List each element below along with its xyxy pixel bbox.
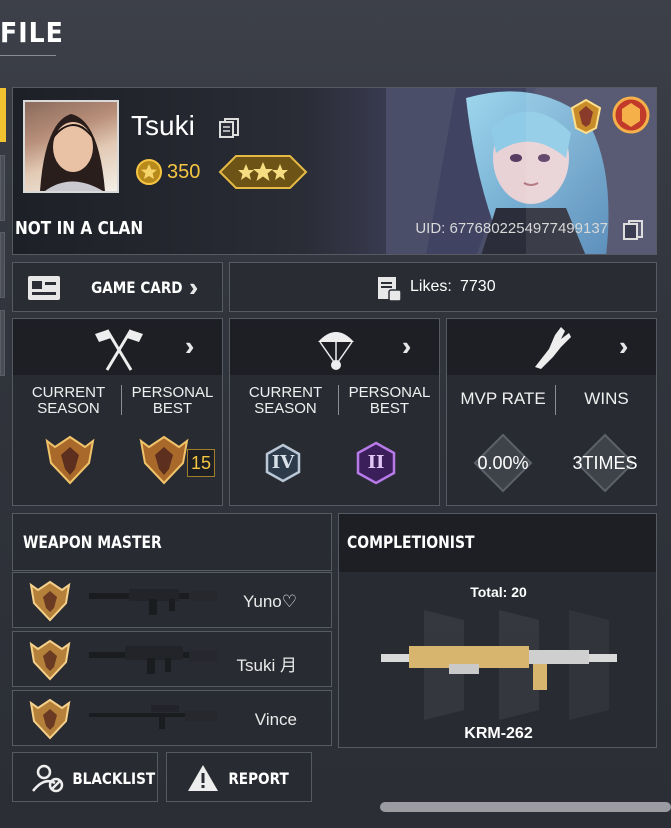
weapon-master-row[interactable]: Yuno♡ [12,572,332,628]
wins-value: 3TIMES [572,453,638,473]
id-card-icon [28,276,60,300]
chevron-right-icon[interactable]: ›› [619,331,631,362]
blacklist-label: BLACKLIST [72,769,156,788]
weapon-master-row[interactable]: Tsuki 月 [12,631,332,687]
legendary-emblem-icon [612,96,650,134]
chevron-right-icon[interactable]: ›› [402,331,414,362]
player-name: Vince [254,710,297,729]
side-tab[interactable] [0,232,5,298]
rank-emblem-icon [570,98,602,135]
weapon-master-row[interactable]: Vince [12,690,332,746]
avatar[interactable] [23,100,119,193]
level-star-icon [136,159,162,185]
mvp-rate-label: MVP RATE [460,389,546,408]
side-tab-active[interactable] [0,88,6,142]
likes-button[interactable]: Likes: 7730 [229,262,657,312]
battle-royale-stats-panel[interactable]: ›› CURRENT SEASON PERSONAL BEST IV II [229,318,440,506]
personal-best-label: PERSONAL BEST [131,384,214,417]
user-block-icon [32,764,64,793]
profile-card: Tsuki 350 NOT IN A CLAN UID: 67768022549… [12,87,657,255]
assault-rifle-icon [89,589,217,615]
assault-rifle-icon [89,646,217,674]
chevron-right-icon: ›› [189,272,201,302]
chevron-right-icon[interactable]: ›› [185,331,197,362]
performance-stats-panel[interactable]: ›› MVP RATE WINS 0.00% 3TIMES [446,318,657,506]
side-tab[interactable] [0,155,5,221]
divider [555,385,556,415]
current-season-label: CURRENT SEASON [31,384,106,417]
sniper-rifle-icon [89,705,217,729]
wins-label: WINS [584,389,629,408]
player-name: Yuno♡ [242,592,297,611]
ranked-stats-panel[interactable]: ›› CURRENT SEASON PERSONAL BEST 15 [12,318,223,506]
gold-rank-badge-icon [45,435,95,485]
purple-tier-badge: II [354,441,398,485]
report-label: REPORT [228,769,289,788]
game-card-label: GAME CARD [91,278,183,297]
gold-rank-badge-icon [29,639,71,681]
silver-tier-badge: IV [263,443,303,483]
parachute-icon [318,332,354,370]
completionist-panel[interactable]: COMPLETIONIST Total: 20 KRM-262 [338,513,657,748]
player-uid: UID: 6776802254977499137 [415,220,608,237]
completionist-title: COMPLETIONIST [347,533,475,553]
personal-best-label: PERSONAL BEST [348,384,431,417]
gold-rank-badge-icon [139,435,189,485]
likes-clipboard-icon [378,277,402,302]
gold-rank-badge-icon [29,698,71,740]
clan-status: NOT IN A CLAN [15,218,144,239]
gold-rank-badge-icon [29,580,71,622]
likes-label: Likes: [410,278,452,295]
likes-count: 7730 [460,278,496,295]
completionist-total: Total: 20 [470,584,527,600]
copy-uid-icon[interactable] [622,218,644,240]
game-card-button[interactable]: GAME CARD ›› [12,262,223,312]
weapon-master-title: WEAPON MASTER [23,533,162,553]
horizontal-scrollbar[interactable] [380,802,671,812]
crossed-flags-icon [95,329,143,371]
report-button[interactable]: REPORT [166,752,312,802]
page-title: FILE [0,12,63,56]
divider [338,385,339,415]
side-tab[interactable] [0,310,5,376]
divider [121,385,122,415]
current-tier: IV [271,452,295,473]
warning-icon [188,765,218,791]
player-level: 350 [167,161,201,183]
blacklist-button[interactable]: BLACKLIST [12,752,158,802]
current-season-label: CURRENT SEASON [248,384,323,417]
weapon-master-header: WEAPON MASTER [12,513,332,571]
copy-icon[interactable] [218,116,240,138]
weapon-name: KRM-262 [464,725,533,742]
player-name: Tsuki [131,110,195,141]
best-tier: II [367,452,385,473]
player-name: Tsuki 月 [236,656,297,675]
rank-stars-icon [218,155,308,189]
hand-icon [535,327,571,369]
mvp-rate-value: 0.00% [477,453,529,473]
shotgun-icon [381,610,617,720]
best-rank-number: 15 [187,449,215,477]
